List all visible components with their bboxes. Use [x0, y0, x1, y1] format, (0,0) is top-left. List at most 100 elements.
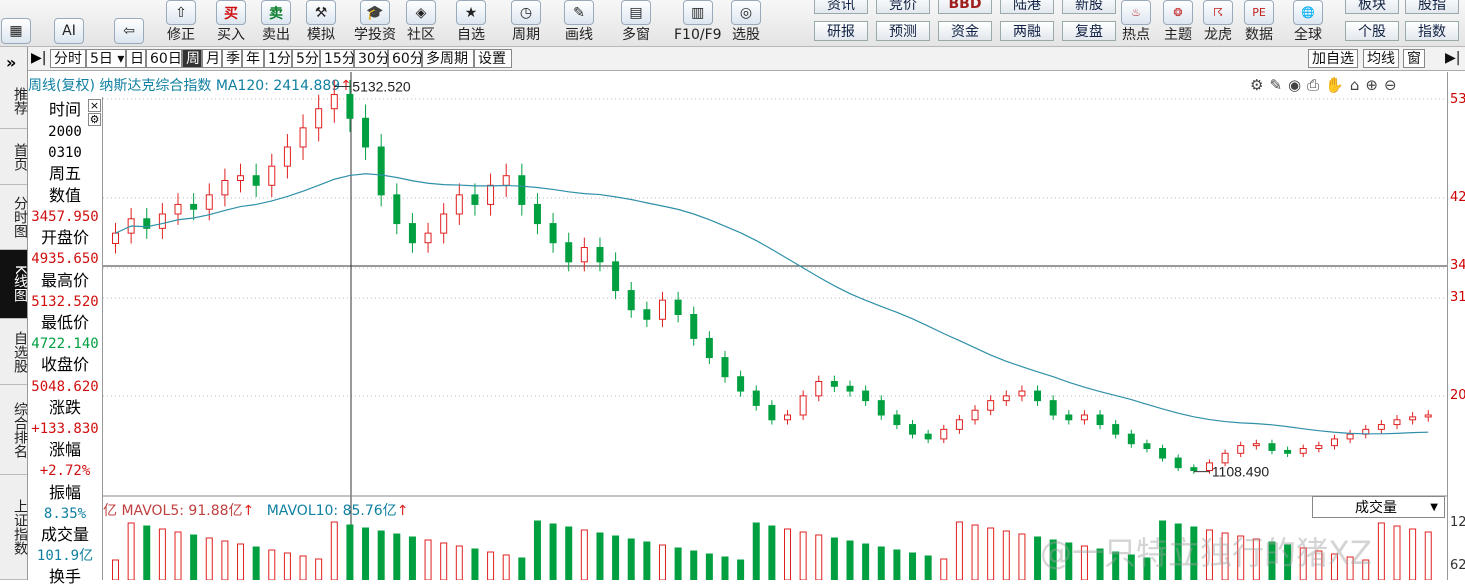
- toolbar-button-6[interactable]: ⚒ 模拟: [306, 0, 336, 46]
- period-多周期[interactable]: 多周期: [422, 49, 474, 68]
- volume-bar: [1018, 533, 1026, 580]
- period-30分[interactable]: 30分: [354, 49, 390, 68]
- sidebar-item-3[interactable]: K线图: [0, 250, 28, 319]
- period-5日[interactable]: 5日 ▾: [86, 49, 126, 68]
- period-周[interactable]: 周: [182, 49, 202, 68]
- toolbar-button-10[interactable]: ◷ 周期: [511, 0, 541, 46]
- period-1分[interactable]: 1分: [264, 49, 292, 68]
- toolbar-link-两融[interactable]: 两融: [1000, 21, 1054, 41]
- candle-body: [784, 414, 792, 421]
- volume-bar: [283, 552, 291, 580]
- sidebar-item-5[interactable]: 综合排名: [0, 385, 28, 475]
- period-15分[interactable]: 15分: [320, 49, 356, 68]
- candle-body: [1002, 395, 1010, 402]
- toolbar-link-陆港[interactable]: 陆港: [1000, 0, 1054, 14]
- sidebar-item-2[interactable]: 分时图: [0, 185, 28, 250]
- period-60分[interactable]: 60分: [388, 49, 424, 68]
- toolbar-button-热点[interactable]: ♨ 热点: [1121, 0, 1151, 46]
- candle-body: [596, 247, 604, 263]
- low-value: 4722.140: [31, 336, 99, 352]
- dragon-icon: ☈: [1203, 0, 1233, 25]
- sidebar-expand-icon[interactable]: »: [6, 53, 16, 72]
- sell-icon: 卖: [261, 0, 291, 25]
- toolbar-button-13[interactable]: ▥ F10/F9: [674, 0, 722, 46]
- toolbar-button-11[interactable]: ✎ 画线: [564, 0, 594, 46]
- sidebar-item-6[interactable]: 上证指数: [0, 475, 28, 580]
- toolbar-link-资金[interactable]: 资金: [938, 21, 992, 41]
- sidebar-item-0[interactable]: 推荐: [0, 74, 28, 129]
- candle-body: [737, 376, 745, 392]
- toolbar-button-label: 买入: [217, 27, 245, 43]
- toolbar-link-指数[interactable]: 指数: [1405, 21, 1459, 41]
- community-icon: ◈: [406, 0, 436, 25]
- toolbar-link-BBD[interactable]: BBD: [938, 0, 992, 14]
- main-toolbar: ▦ AI ⇦ ⇧ 修正 买买入卖卖出 ⚒ 模拟 🎓 学投资 ◈ 社区 ★ 自选 ◷ 周期 ✎ 画线 ▤ 多窗 ▥ F10/…: [0, 0, 1465, 47]
- period-设置[interactable]: 设置: [474, 49, 512, 68]
- toolbar-link-预测[interactable]: 预测: [876, 21, 930, 41]
- toolbar-button-5[interactable]: 卖卖出: [261, 0, 291, 46]
- volume-bar: [815, 534, 823, 580]
- candle-body: [893, 414, 901, 426]
- pe-icon: PE: [1244, 0, 1274, 25]
- toolbar-button-主题[interactable]: ❂ 主题: [1163, 0, 1193, 46]
- period-right-加自选[interactable]: 加自选: [1308, 49, 1358, 68]
- volume-bar: [658, 544, 666, 580]
- volume-bar: [705, 553, 713, 580]
- candle-body: [533, 203, 541, 225]
- toolbar-button-数据[interactable]: PE 数据: [1244, 0, 1274, 46]
- period-季[interactable]: 季: [222, 49, 242, 68]
- volume-bar: [877, 546, 885, 580]
- toolbar-button-8[interactable]: ◈ 社区: [406, 0, 436, 46]
- sidebar-item-1[interactable]: 首页: [0, 129, 28, 185]
- volume-bar: [830, 537, 838, 580]
- toolbar-button-0[interactable]: ▦: [1, 0, 31, 46]
- toolbar-button-12[interactable]: ▤ 多窗: [621, 0, 651, 46]
- period-年[interactable]: 年: [242, 49, 264, 68]
- volume-bar: [643, 541, 651, 580]
- volume-bar: [533, 520, 541, 580]
- period-月[interactable]: 月: [202, 49, 222, 68]
- toolbar-button-7[interactable]: 🎓 学投资: [354, 0, 396, 46]
- toolbar-button-龙虎[interactable]: ☈ 龙虎: [1203, 0, 1233, 46]
- toolbar-button-9[interactable]: ★ 自选: [456, 0, 486, 46]
- toolbar-link-板块[interactable]: 板块: [1345, 0, 1399, 14]
- volume-bar: [299, 555, 307, 580]
- y-axis-label: 42: [1450, 190, 1465, 205]
- volume-bar: [408, 536, 416, 580]
- volume-bar: [1409, 528, 1417, 580]
- ai-icon: AI: [54, 18, 84, 44]
- period-分时[interactable]: 分时: [50, 49, 86, 68]
- toolbar-button-14[interactable]: ◎ 选股: [731, 0, 761, 46]
- time-label: 时间: [48, 100, 81, 119]
- candle-body: [315, 108, 323, 129]
- toolbar-link-新股[interactable]: 新股: [1062, 0, 1116, 14]
- candle-body: [1174, 457, 1182, 469]
- indicator-dropdown[interactable]: 成交量 ▼: [1312, 496, 1445, 518]
- period-right-arrow-icon[interactable]: ▶|: [1442, 49, 1463, 68]
- toolbar-link-个股[interactable]: 个股: [1345, 21, 1399, 41]
- toolbar-link-竞价[interactable]: 竞价: [876, 0, 930, 14]
- toolbar-button-4[interactable]: 买买入: [216, 0, 246, 46]
- toolbar-button-label: F10/F9: [674, 27, 722, 43]
- period-bar-left-arrow-icon[interactable]: ▶|: [31, 50, 46, 66]
- candle-body: [1018, 390, 1026, 397]
- time-weekday: 周五: [48, 164, 81, 183]
- period-日[interactable]: 日: [126, 49, 146, 68]
- toolbar-link-股指[interactable]: 股指: [1405, 0, 1459, 14]
- toolbar-button-3[interactable]: ⇧ 修正: [166, 0, 196, 46]
- volume-bar: [190, 534, 198, 580]
- candle-body: [1284, 449, 1292, 454]
- candle-body: [549, 223, 557, 244]
- period-right-均线[interactable]: 均线: [1363, 49, 1399, 68]
- toolbar-link-研报[interactable]: 研报: [814, 21, 868, 41]
- period-right-窗[interactable]: 窗: [1403, 49, 1425, 68]
- toolbar-button-1[interactable]: AI: [54, 0, 84, 46]
- toolbar-button-2[interactable]: ⇦: [114, 0, 144, 46]
- toolbar-button-全球[interactable]: 🌐 全球: [1293, 0, 1323, 46]
- arrow-updown-icon: ⇧: [166, 0, 196, 25]
- sidebar-item-4[interactable]: 自选股: [0, 319, 28, 385]
- toolbar-link-资讯[interactable]: 资讯: [814, 0, 868, 14]
- period-60日[interactable]: 60日: [146, 49, 182, 68]
- toolbar-link-复盘[interactable]: 复盘: [1062, 21, 1116, 41]
- period-5分[interactable]: 5分: [292, 49, 320, 68]
